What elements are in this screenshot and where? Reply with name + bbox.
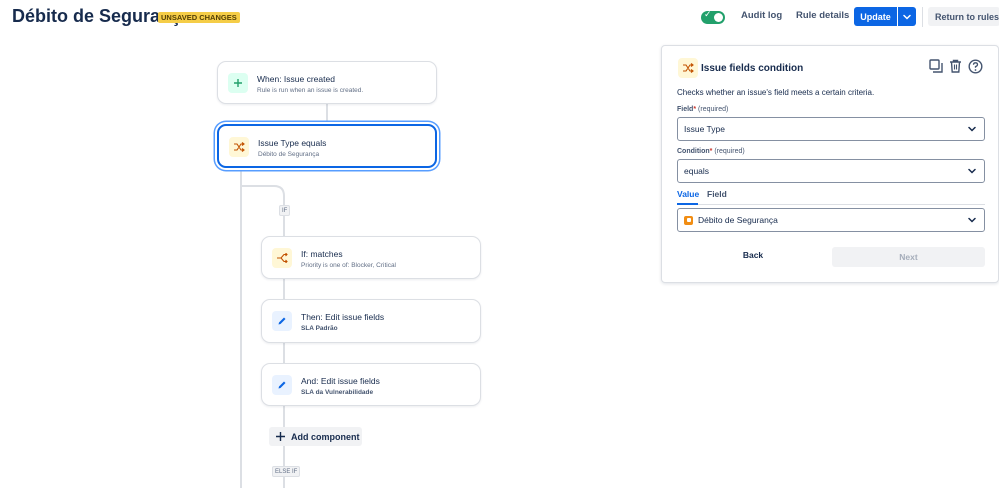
plus-icon [228, 73, 248, 93]
chevron-down-icon [968, 217, 976, 223]
tab-value[interactable]: Value [677, 189, 699, 199]
rule-details-link[interactable]: Rule details [796, 10, 849, 21]
help-icon[interactable] [968, 59, 983, 79]
audit-log-link[interactable]: Audit log [741, 10, 782, 21]
panel-description: Checks whether an issue's field meets a … [677, 88, 875, 97]
plus-icon [276, 432, 285, 441]
pencil-icon [272, 311, 292, 331]
if-block-subtitle: Priority is one of: Blocker, Critical [301, 262, 397, 269]
update-button[interactable]: Update [854, 7, 897, 26]
trigger-card[interactable]: When: Issue created Rule is run when an … [217, 61, 437, 104]
header-divider [922, 7, 923, 27]
update-options-button[interactable] [898, 7, 916, 26]
active-tab-indicator [677, 203, 698, 205]
branch-icon [272, 248, 292, 268]
add-component-button[interactable]: Add component [269, 427, 362, 446]
unsaved-changes-badge: UNSAVED CHANGES [158, 12, 240, 23]
condition-subtitle: Débito de Segurança [258, 151, 320, 158]
then-block-card[interactable]: Then: Edit issue fields SLA Padrão [261, 299, 481, 343]
tabs-divider [677, 204, 985, 205]
back-button[interactable]: Back [738, 250, 768, 260]
trigger-title: When: Issue created [257, 74, 335, 84]
issue-type-icon [684, 215, 693, 225]
field-label: Field* (required) [677, 106, 729, 113]
condition-select[interactable]: equals [677, 159, 985, 183]
and-block-subtitle: SLA da Vulnerabilidade [301, 389, 374, 396]
field-select-value: Issue Type [684, 124, 725, 134]
trigger-subtitle: Rule is run when an issue is created. [257, 87, 364, 94]
if-tag: IF [279, 205, 291, 216]
trash-icon[interactable] [949, 59, 962, 78]
panel-title: Issue fields condition [701, 63, 804, 74]
value-select[interactable]: Débito de Segurança [677, 208, 985, 232]
chevron-down-icon [968, 126, 976, 132]
condition-select-value: equals [684, 166, 710, 176]
next-button[interactable]: Next [832, 247, 985, 267]
copy-icon[interactable] [929, 59, 943, 78]
shuffle-icon [678, 58, 698, 78]
rule-enabled-toggle[interactable]: ✓ [701, 10, 725, 24]
field-select[interactable]: Issue Type [677, 117, 985, 141]
if-block-title: If: matches [301, 249, 343, 259]
chevron-down-icon [903, 14, 911, 20]
value-select-value: Débito de Segurança [698, 215, 778, 225]
component-config-panel: Issue fields condition Checks whether an… [661, 45, 999, 283]
connector-line [326, 104, 328, 124]
return-to-rules-button[interactable]: Return to rules [928, 7, 999, 26]
pencil-icon [272, 375, 292, 395]
toggle-knob [714, 13, 723, 22]
then-block-subtitle: SLA Padrão [301, 325, 338, 332]
chevron-down-icon [968, 168, 976, 174]
tab-field[interactable]: Field [707, 189, 727, 199]
add-component-label: Add component [291, 431, 360, 442]
else-if-tag: ELSE IF [272, 466, 301, 477]
and-block-card[interactable]: And: Edit issue fields SLA da Vulnerabil… [261, 363, 481, 406]
check-icon: ✓ [704, 10, 712, 20]
condition-card[interactable]: Issue Type equals Débito de Segurança [217, 124, 437, 168]
then-block-title: Then: Edit issue fields [301, 312, 385, 322]
condition-label: Condition* (required) [677, 148, 745, 155]
if-block-card[interactable]: If: matches Priority is one of: Blocker,… [261, 236, 481, 279]
shuffle-icon [229, 137, 249, 157]
condition-title: Issue Type equals [258, 138, 327, 148]
and-block-title: And: Edit issue fields [301, 376, 380, 386]
